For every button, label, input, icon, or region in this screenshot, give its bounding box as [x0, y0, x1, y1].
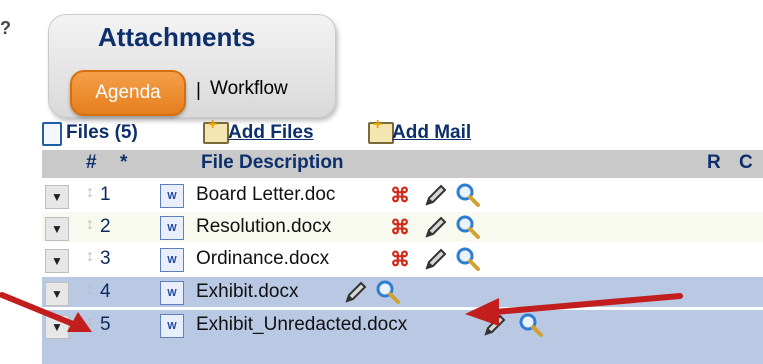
edit-pencil-icon[interactable]: [343, 279, 369, 305]
file-name-link[interactable]: Board Letter.doc: [196, 184, 335, 206]
annotation-arrow-right-icon: [0, 292, 92, 332]
add-files-link[interactable]: Add Files: [228, 122, 314, 144]
files-icon: [42, 122, 62, 146]
tab-workflow[interactable]: Workflow: [210, 78, 288, 100]
word-doc-icon[interactable]: W: [160, 281, 184, 305]
row-menu-dropdown[interactable]: ▼: [45, 217, 69, 241]
preview-magnifier-icon[interactable]: [375, 279, 401, 305]
add-mail-link[interactable]: Add Mail: [392, 122, 471, 144]
pdf-icon[interactable]: ⌘: [390, 215, 412, 239]
preview-magnifier-icon[interactable]: [455, 214, 481, 240]
row-number: 1: [100, 184, 111, 205]
row-menu-dropdown[interactable]: ▼: [45, 185, 69, 209]
drag-handle-icon[interactable]: ↕: [86, 216, 94, 234]
annotation-arrow-left-icon: [465, 293, 683, 326]
table-header: [42, 150, 763, 178]
word-doc-icon[interactable]: W: [160, 248, 184, 272]
file-name-link[interactable]: Exhibit.docx: [196, 281, 298, 303]
word-doc-icon[interactable]: W: [160, 184, 184, 208]
edit-pencil-icon[interactable]: [423, 214, 449, 240]
word-doc-icon[interactable]: W: [160, 314, 184, 338]
preview-magnifier-icon[interactable]: [455, 182, 481, 208]
files-count-label: Files (5): [66, 122, 138, 143]
file-name-link[interactable]: Resolution.docx: [196, 216, 331, 238]
column-header-r[interactable]: R: [707, 152, 721, 174]
edit-pencil-icon[interactable]: [423, 246, 449, 272]
add-files-icon[interactable]: [203, 116, 229, 144]
edge-glyph: ?: [0, 18, 11, 38]
column-header-file-description[interactable]: File Description: [201, 152, 344, 174]
preview-magnifier-icon[interactable]: [455, 246, 481, 272]
tab-separator: |: [196, 80, 201, 101]
page-title: Attachments: [98, 22, 256, 52]
tab-agenda[interactable]: Agenda: [70, 70, 186, 116]
word-doc-icon[interactable]: W: [160, 216, 184, 240]
file-name-link[interactable]: Ordinance.docx: [196, 248, 329, 270]
pdf-icon[interactable]: ⌘: [390, 247, 412, 271]
drag-handle-icon[interactable]: ↕: [86, 184, 94, 202]
edit-pencil-icon[interactable]: [423, 182, 449, 208]
pdf-icon[interactable]: ⌘: [390, 183, 412, 207]
add-mail-icon[interactable]: [368, 116, 394, 144]
column-header-number: #: [86, 152, 97, 173]
column-header-star: *: [120, 152, 128, 173]
column-header-c[interactable]: C: [739, 152, 753, 174]
row-number: 2: [100, 216, 111, 237]
file-name-link[interactable]: Exhibit_Unredacted.docx: [196, 314, 407, 336]
tab-agenda-label: Agenda: [95, 82, 161, 103]
